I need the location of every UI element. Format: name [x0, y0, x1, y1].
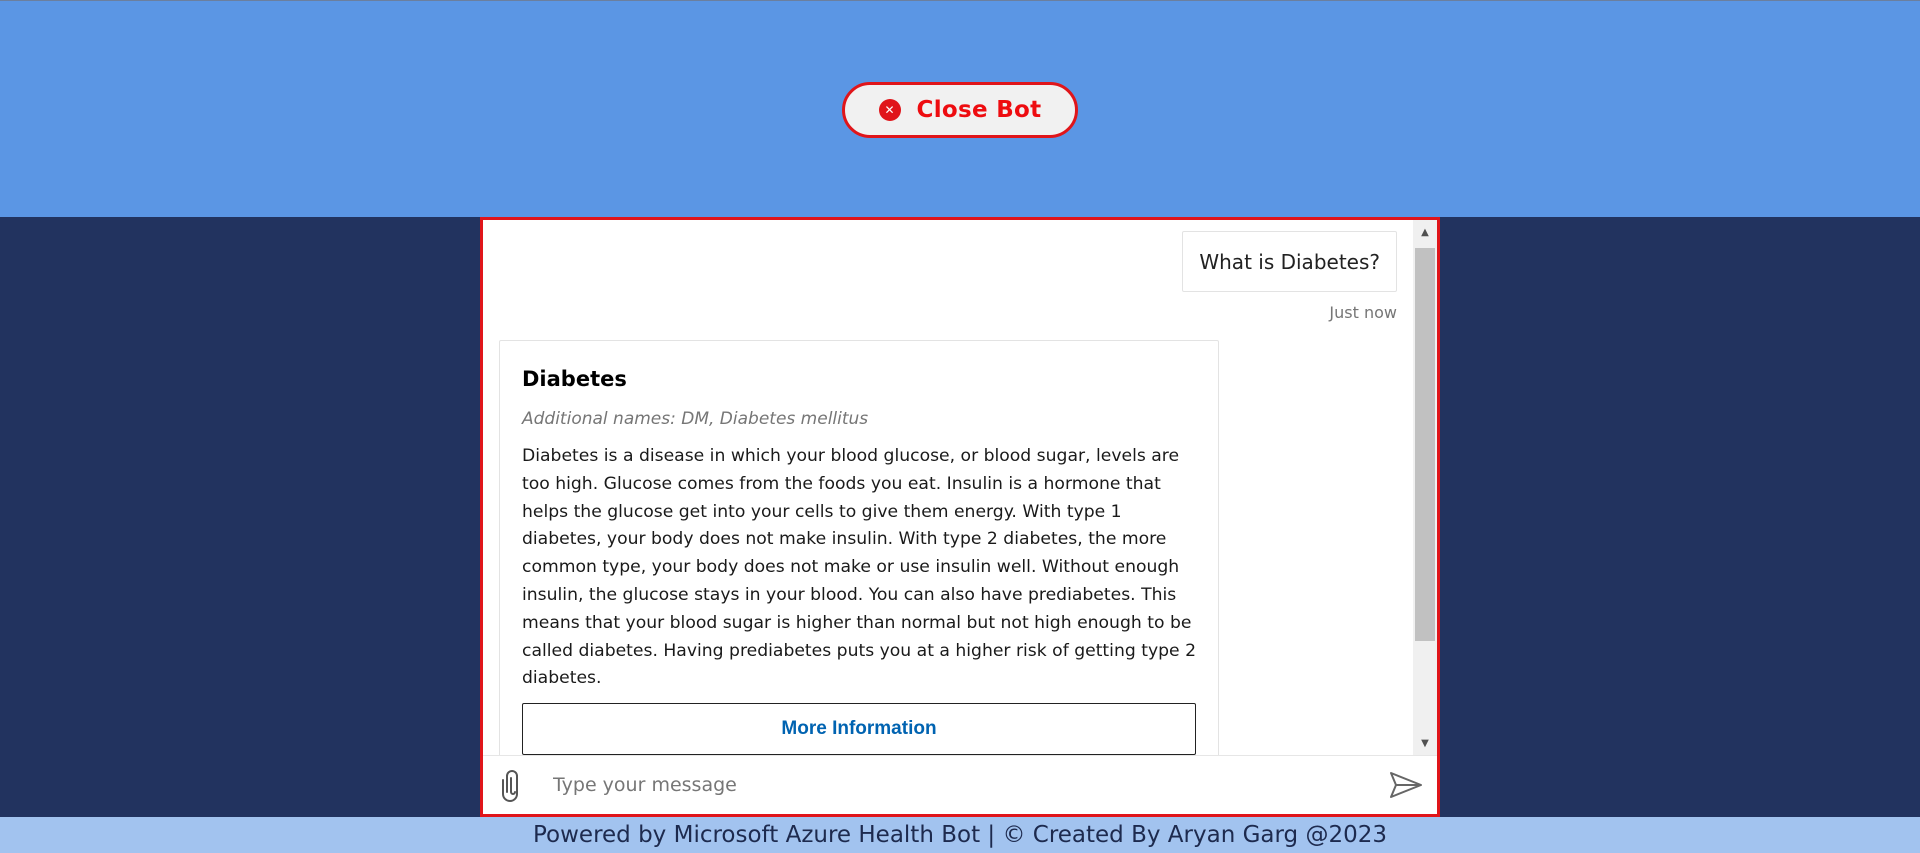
message-timestamp: Just now	[1329, 303, 1397, 322]
transcript-scrollbar[interactable]: ▲ ▼	[1413, 220, 1437, 755]
chat-transcript: What is Diabetes? Just now Diabetes Addi…	[483, 220, 1413, 755]
card-subtitle: Additional names: DM, Diabetes mellitus	[522, 409, 869, 429]
send-icon	[1390, 772, 1422, 798]
message-input[interactable]	[553, 766, 1353, 804]
more-information-button[interactable]: More Information	[522, 703, 1196, 755]
footer-credit: Powered by Microsoft Azure Health Bot | …	[0, 817, 1920, 853]
scroll-down-arrow-icon[interactable]: ▼	[1413, 731, 1437, 755]
send-button[interactable]	[1388, 770, 1424, 800]
user-message-bubble: What is Diabetes?	[1182, 231, 1397, 292]
scroll-up-arrow-icon[interactable]: ▲	[1413, 220, 1437, 244]
send-box	[483, 755, 1437, 814]
attach-file-button[interactable]	[497, 768, 527, 802]
paperclip-icon	[502, 770, 518, 802]
close-bot-label: Close Bot	[916, 97, 1042, 123]
close-bot-button[interactable]: ✕ Close Bot	[842, 82, 1078, 138]
close-circle-icon: ✕	[878, 99, 901, 121]
header-band: ✕ Close Bot	[0, 0, 1920, 217]
page: ✕ Close Bot What is Diabetes? Just now D…	[0, 0, 1920, 853]
bot-hero-card: Diabetes Additional names: DM, Diabetes …	[499, 340, 1219, 755]
chat-window: What is Diabetes? Just now Diabetes Addi…	[480, 217, 1440, 817]
scrollbar-thumb[interactable]	[1415, 248, 1435, 641]
card-title: Diabetes	[522, 367, 627, 391]
card-body-text: Diabetes is a disease in which your bloo…	[522, 446, 1197, 689]
